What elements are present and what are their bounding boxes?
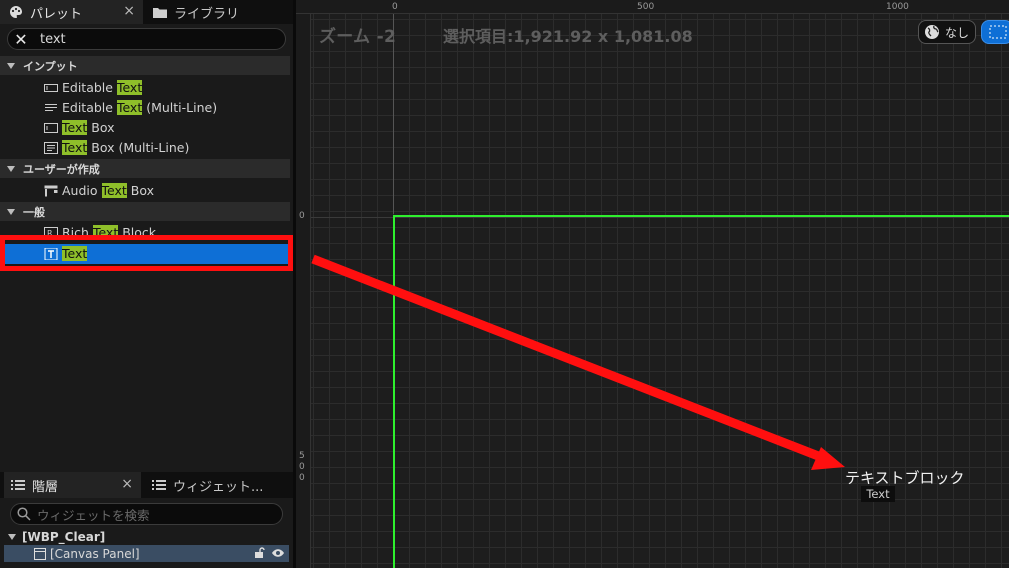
annotation-arrow-shaft: [311, 254, 828, 464]
drag-preview-label: テキストブロック: [845, 469, 965, 487]
ue-widget-editor: パレット × ライブラリ ✕ text インプット Editable Text: [0, 0, 1009, 568]
drag-preview-tag: Text: [861, 486, 895, 502]
